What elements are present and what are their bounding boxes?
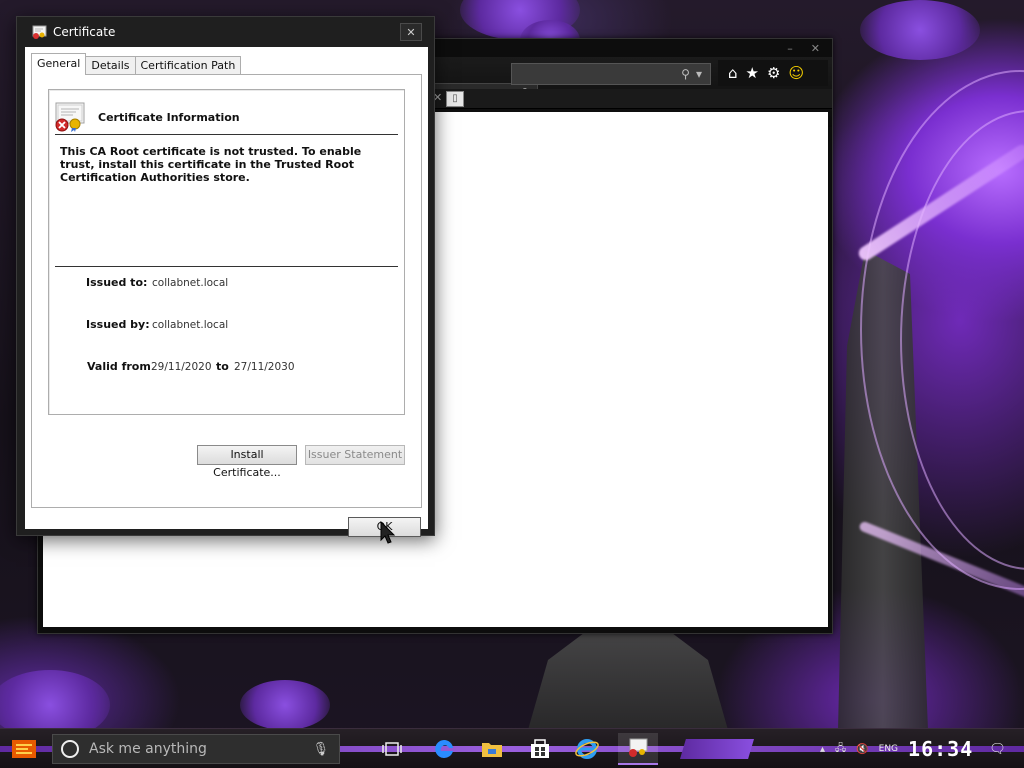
info-header: Certificate Information [54,100,399,134]
issuer-statement-button[interactable]: Issuer Statement [305,445,405,465]
taskbar-decoration [680,739,754,759]
issued-to-row: Issued to: collabnet.local [86,276,228,289]
task-view-icon [382,742,402,756]
close-icon[interactable]: ✕ [811,42,820,55]
install-certificate-button[interactable]: Install Certificate... [197,445,297,479]
issued-by-value: collabnet.local [152,319,229,331]
dialog-body: General Details Certification Path Certi… [25,47,428,537]
dialog-title: Certificate [53,25,116,39]
volume-muted-icon[interactable]: 🔇 [856,744,868,755]
mouse-cursor-icon [380,521,396,544]
taskbar-store[interactable] [520,733,560,765]
wallpaper-splash [860,0,980,60]
close-icon: ✕ [406,25,416,39]
minimize-icon[interactable]: – [787,42,793,55]
tab-certification-path[interactable]: Certification Path [134,56,242,75]
store-icon [531,739,549,758]
gear-icon[interactable]: ⚙ [767,64,780,82]
network-icon[interactable]: 🖧 [835,741,846,758]
search-icon[interactable]: ⚲ [681,67,690,81]
system-tray: ▴ 🖧 🔇 ENG 16:34 🗨 [812,729,1024,768]
task-view-button[interactable] [372,733,412,765]
tab-general[interactable]: General [31,53,87,75]
microphone-icon[interactable]: 🎙 [312,742,329,757]
tab-details[interactable]: Details [85,56,136,75]
certificate-icon [32,25,47,39]
close-button[interactable]: ✕ [400,23,422,41]
start-icon [12,740,36,758]
validity-row: Valid from 29/11/2020 to 27/11/2030 [87,360,295,373]
browser-command-icons: ⌂ ★ ⚙ ☺ [718,60,828,86]
internet-explorer-icon [575,739,599,759]
taskbar: Ask me anything 🎙 ▴ 🖧 🔇 ENG 16:34 🗨 [0,728,1024,768]
divider [55,134,398,135]
taskbar-certificate[interactable] [618,733,658,765]
edge-icon [435,739,453,758]
dialog-titlebar[interactable]: Certificate [17,17,434,47]
issued-by-row: Issued by: collabnet.local [86,318,228,331]
general-tab-panel: Certificate Information This CA Root cer… [31,74,422,508]
action-center-icon[interactable]: 🗨 [989,742,1006,757]
browser-search-box[interactable]: ⚲ ▾ [511,63,711,85]
start-button[interactable] [6,733,42,765]
clock[interactable]: 16:34 [908,737,973,761]
certificate-warning-icon [55,102,85,132]
wallpaper-splash [240,680,330,730]
taskbar-file-explorer[interactable] [472,733,512,765]
taskbar-edge[interactable] [424,733,464,765]
issued-to-label: Issued to: [86,276,148,289]
certificate-icon [629,738,648,757]
issued-to-value: collabnet.local [152,277,229,289]
valid-to-label: to [216,360,229,373]
folder-icon [482,743,502,757]
language-indicator[interactable]: ENG [879,744,898,754]
star-icon[interactable]: ★ [746,64,759,82]
taskbar-internet-explorer[interactable] [567,733,607,765]
chevron-up-icon[interactable]: ▴ [820,744,825,755]
cortana-icon [61,740,79,758]
certificate-dialog: Certificate ✕ General Details Certificat… [16,16,435,537]
valid-from-value: 29/11/2020 [151,361,212,373]
tab-strip: General Details Certification Path [31,53,242,75]
cortana-search-box[interactable]: Ask me anything 🎙 [52,734,340,764]
smiley-icon[interactable]: ☺ [788,64,804,82]
certificate-info-box: Certificate Information This CA Root cer… [48,89,405,415]
trust-warning-text: This CA Root certificate is not trusted.… [60,145,362,184]
valid-to-value: 27/11/2030 [234,361,295,373]
divider [55,266,398,267]
wallpaper-figure [528,630,728,730]
home-icon[interactable]: ⌂ [728,64,738,82]
issued-by-label: Issued by: [86,318,150,331]
new-tab-button[interactable]: ▯ [446,91,464,107]
valid-from-label: Valid from [87,360,151,373]
chevron-down-icon[interactable]: ▾ [696,67,702,81]
search-placeholder: Ask me anything [89,741,207,757]
info-heading: Certificate Information [98,110,240,124]
